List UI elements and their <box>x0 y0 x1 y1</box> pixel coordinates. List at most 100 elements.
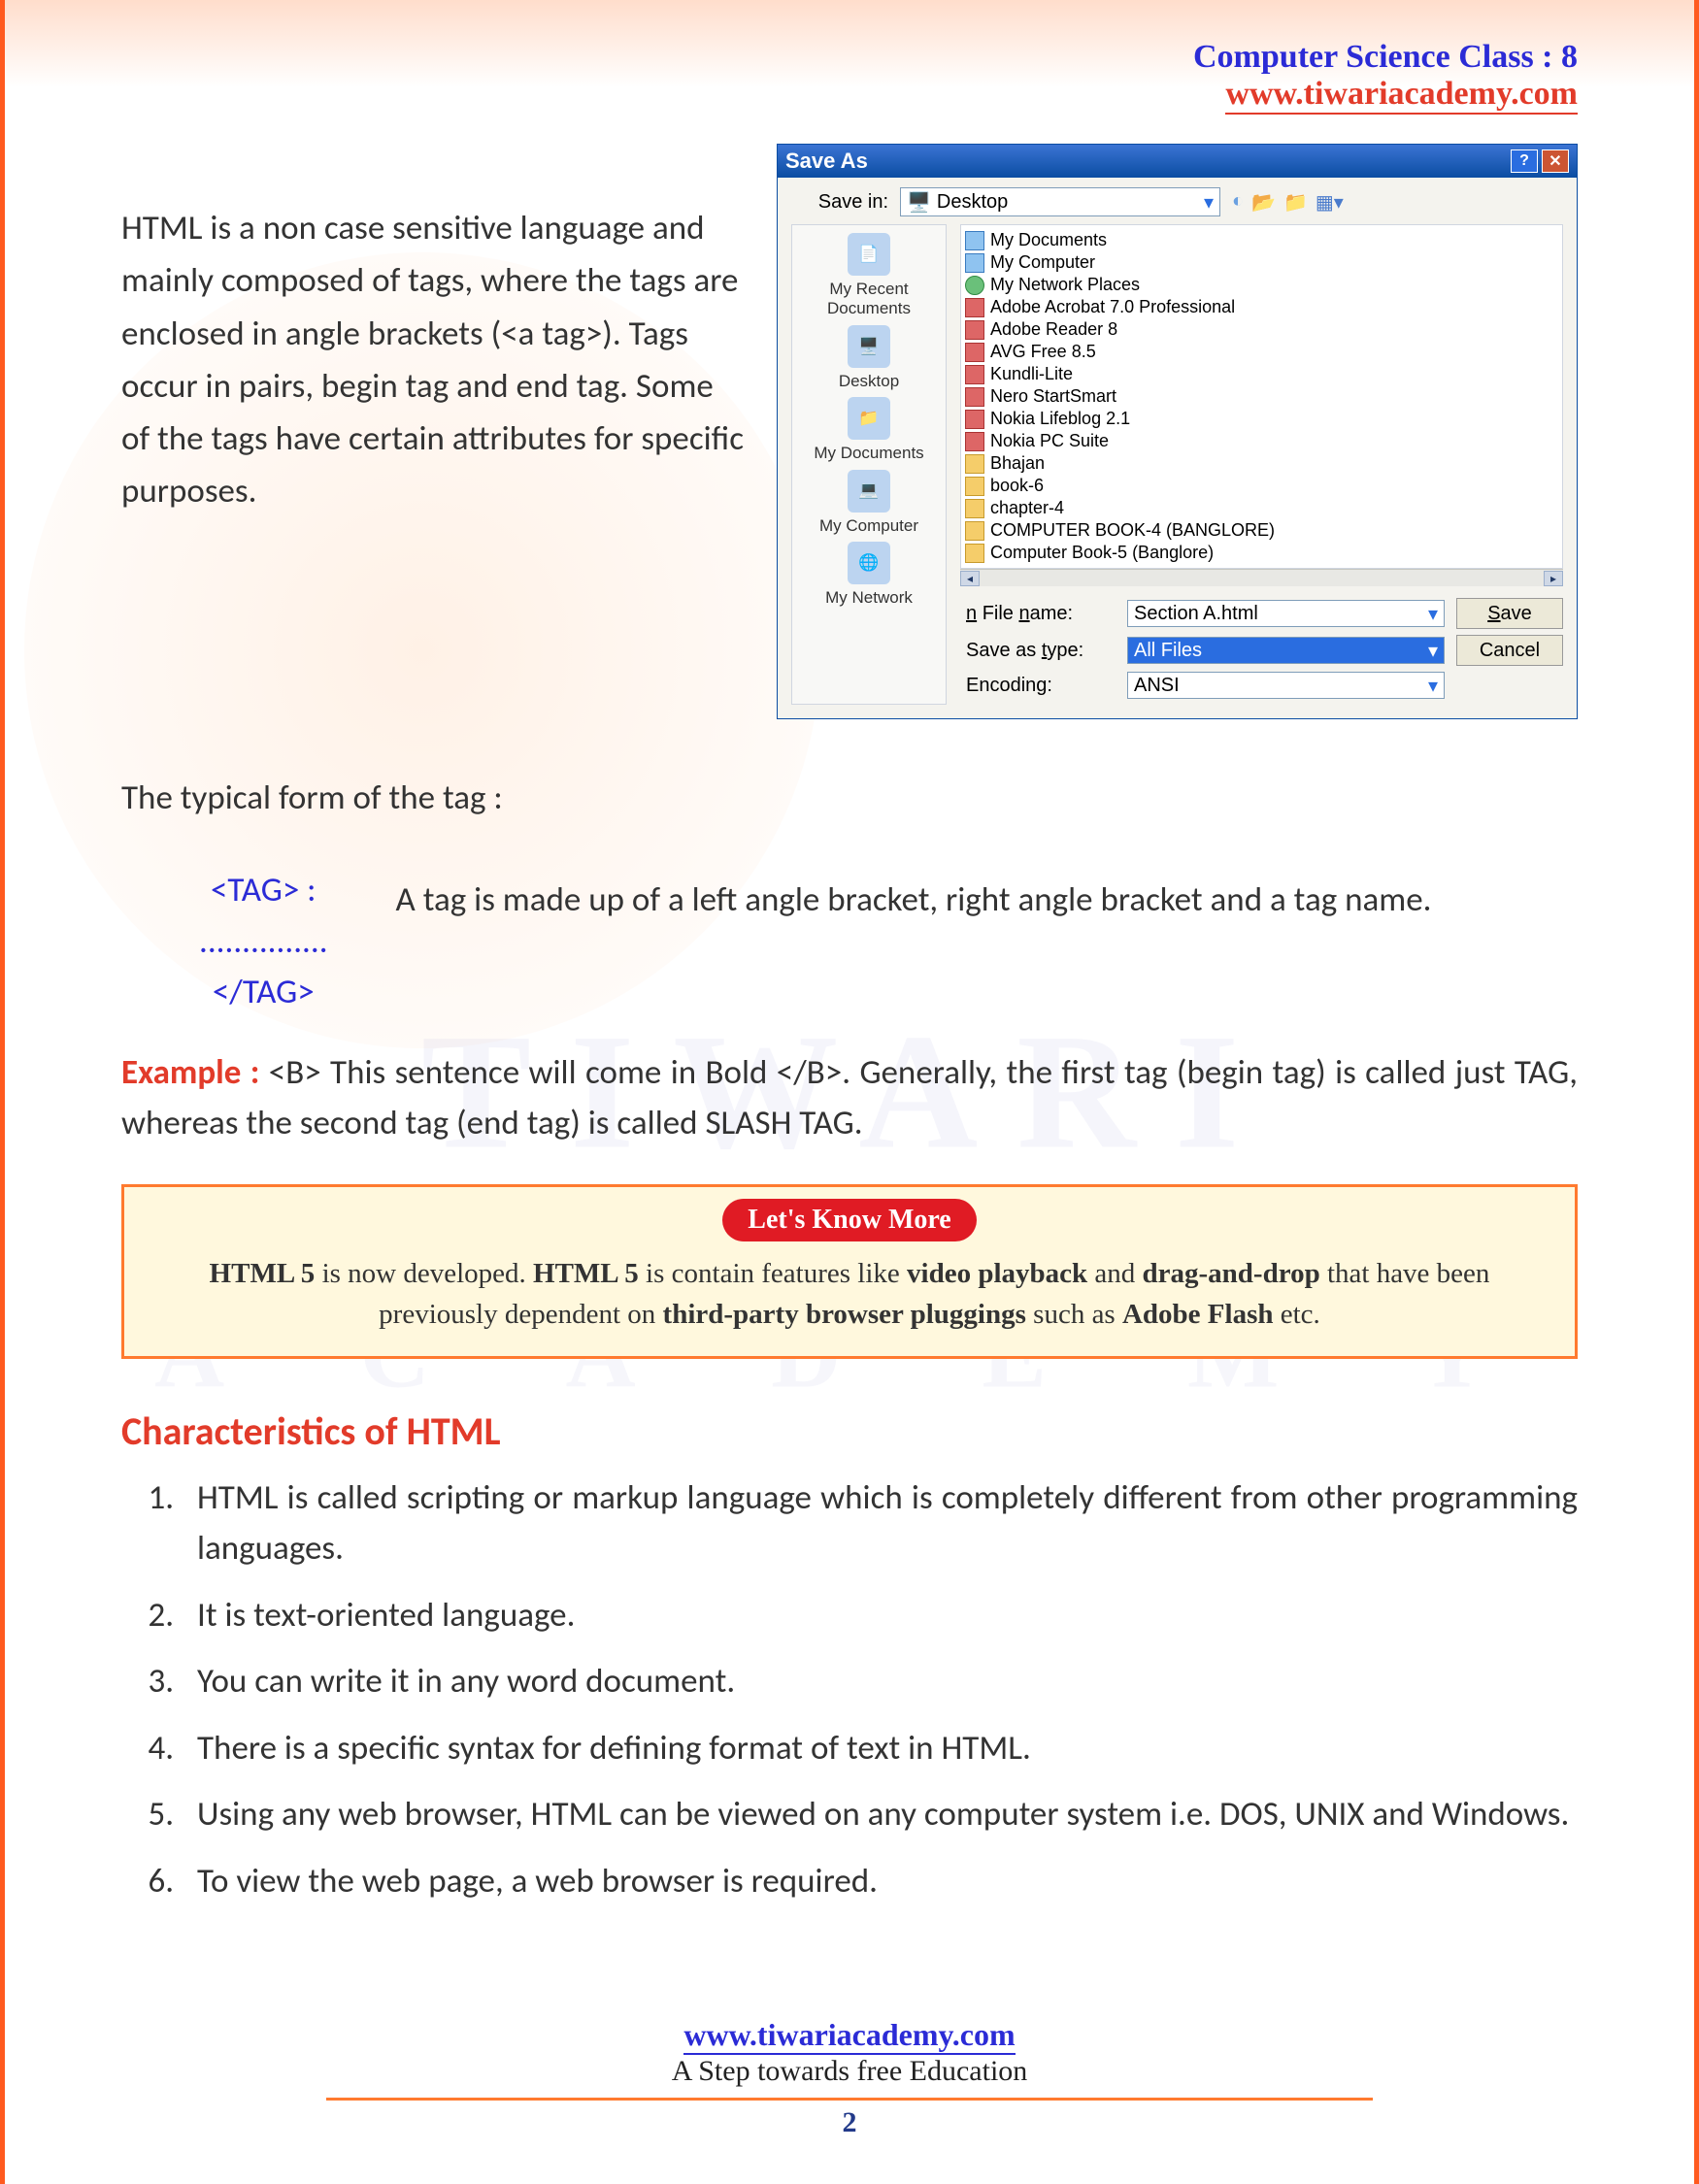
list-item-label: Nero StartSmart <box>990 386 1116 407</box>
list-item[interactable]: My Computer <box>965 251 1558 274</box>
up-icon[interactable]: 📂 <box>1251 190 1276 215</box>
list-item-label: chapter-4 <box>990 498 1064 518</box>
list-item: To view the web page, a web browser is r… <box>182 1856 1578 1907</box>
place-recent[interactable]: 📄My Recent Documents <box>796 233 942 319</box>
fold-icon <box>965 454 984 474</box>
list-item-label: Adobe Acrobat 7.0 Professional <box>990 297 1235 317</box>
place-computer[interactable]: 💻My Computer <box>819 470 918 536</box>
list-item[interactable]: Adobe Acrobat 7.0 Professional <box>965 296 1558 318</box>
list-item-label: Nokia Lifeblog 2.1 <box>990 409 1130 429</box>
list-item[interactable]: Computer Book-5 (Banglore) <box>965 542 1558 564</box>
list-item-label: My Computer <box>990 252 1095 273</box>
app-icon <box>965 365 984 384</box>
back-icon[interactable]: ◐ <box>1232 190 1244 215</box>
list-item: Using any web browser, HTML can be viewe… <box>182 1789 1578 1840</box>
list-item[interactable]: COMPUTER BOOK-4 (BANGLORE) <box>965 519 1558 542</box>
header-url: www.tiwariacademy.com <box>1225 76 1578 115</box>
save-in-label: Save in: <box>791 191 888 214</box>
know-more-pill: Let's Know More <box>722 1199 976 1241</box>
tag-column: <TAG> : ............... </TAG> <box>199 865 328 1018</box>
save-as-dialog: Save As ? ✕ Save in: 🖥️ Desktop ▾ <box>777 144 1578 719</box>
intro-paragraph: HTML is a non case sensitive language an… <box>121 144 748 518</box>
page-title: Computer Science Class : 8 <box>121 39 1578 76</box>
encoding-dropdown[interactable]: ANSI▾ <box>1127 672 1445 699</box>
scroll-left-icon[interactable]: ◂ <box>960 571 980 586</box>
app-icon <box>965 343 984 362</box>
list-item: It is text-oriented language. <box>182 1590 1578 1641</box>
doc-icon <box>965 253 984 273</box>
know-more-box: Let's Know More HTML 5 is now developed.… <box>121 1184 1578 1359</box>
footer-url: www.tiwariacademy.com <box>683 2017 1015 2055</box>
file-list[interactable]: My DocumentsMy ComputerMy Network Places… <box>960 224 1563 569</box>
savetype-dropdown[interactable]: All Files▾ <box>1127 637 1445 664</box>
footer-rule <box>326 2098 1374 2101</box>
views-icon[interactable]: ▦▾ <box>1316 190 1344 215</box>
footer-tagline: A Step towards free Education <box>5 2055 1694 2088</box>
close-button[interactable]: ✕ <box>1542 149 1569 173</box>
app-icon <box>965 320 984 340</box>
help-button[interactable]: ? <box>1511 149 1538 173</box>
page-number: 2 <box>5 2106 1694 2139</box>
list-item[interactable]: Kundli-Lite <box>965 363 1558 385</box>
list-item[interactable]: Nero StartSmart <box>965 385 1558 408</box>
desktop-icon: 🖥️ <box>907 190 931 215</box>
app-icon <box>965 298 984 317</box>
fold-icon <box>965 477 984 496</box>
places-bar: 📄My Recent Documents 🖥️Desktop 📁My Docum… <box>791 224 947 705</box>
place-network[interactable]: 🌐My Network <box>825 542 913 608</box>
list-item[interactable]: Nokia PC Suite <box>965 430 1558 452</box>
list-item[interactable]: Bhajan <box>965 452 1558 475</box>
save-button[interactable]: Save <box>1456 598 1563 629</box>
list-item[interactable]: AVG Free 8.5 <box>965 341 1558 363</box>
example-paragraph: Example : <B> This sentence will come in… <box>121 1047 1578 1149</box>
list-item[interactable]: My Documents <box>965 229 1558 251</box>
fold-icon <box>965 499 984 518</box>
horizontal-scrollbar[interactable]: ◂ ▸ <box>960 569 1563 586</box>
dialog-titlebar: Save As ? ✕ <box>778 145 1577 178</box>
app-icon <box>965 432 984 451</box>
list-item[interactable]: Adobe Reader 8 <box>965 318 1558 341</box>
dialog-title: Save As <box>785 149 868 174</box>
list-item-label: Bhajan <box>990 453 1045 474</box>
save-in-dropdown[interactable]: 🖥️ Desktop ▾ <box>900 187 1220 216</box>
toolbar-icons: ◐ 📂 📁 ▦▾ <box>1232 190 1344 215</box>
list-item-label: book-6 <box>990 476 1044 496</box>
know-more-body: HTML 5 is now developed. HTML 5 is conta… <box>153 1253 1546 1335</box>
fold-icon <box>965 521 984 541</box>
chevron-down-icon: ▾ <box>1204 190 1214 215</box>
doc-icon <box>965 231 984 250</box>
fold-icon <box>965 544 984 563</box>
list-item-label: COMPUTER BOOK-4 (BANGLORE) <box>990 520 1275 541</box>
save-in-value: Desktop <box>937 191 1008 214</box>
list-item-label: My Documents <box>990 230 1107 250</box>
list-item[interactable]: My Network Places <box>965 274 1558 296</box>
place-documents[interactable]: 📁My Documents <box>814 397 923 463</box>
new-folder-icon[interactable]: 📁 <box>1283 190 1308 215</box>
list-item-label: My Network Places <box>990 275 1140 295</box>
scroll-right-icon[interactable]: ▸ <box>1544 571 1563 586</box>
list-item-label: Computer Book-5 (Banglore) <box>990 543 1214 563</box>
encoding-label: Encoding: <box>960 675 1116 697</box>
filename-input[interactable]: Section A.html▾ <box>1127 600 1445 627</box>
characteristics-heading: Characteristics of HTML <box>121 1407 1578 1455</box>
characteristics-list: HTML is called scripting or markup langu… <box>121 1473 1578 1907</box>
list-item-label: Kundli-Lite <box>990 364 1073 384</box>
list-item: You can write it in any word document. <box>182 1656 1578 1707</box>
list-item[interactable]: book-6 <box>965 475 1558 497</box>
tag-description: A tag is made up of a left angle bracket… <box>396 865 1578 926</box>
app-icon <box>965 387 984 407</box>
savetype-label: Save as type: <box>960 640 1116 662</box>
place-desktop[interactable]: 🖥️Desktop <box>839 325 899 391</box>
page-footer: www.tiwariacademy.com A Step towards fre… <box>5 2017 1694 2139</box>
glob-icon <box>965 276 984 295</box>
cancel-button[interactable]: Cancel <box>1456 635 1563 666</box>
list-item-label: Nokia PC Suite <box>990 431 1109 451</box>
list-item-label: AVG Free 8.5 <box>990 342 1096 362</box>
list-item[interactable]: Nokia Lifeblog 2.1 <box>965 408 1558 430</box>
filename-label: n File name:File name: <box>960 603 1116 625</box>
list-item: HTML is called scripting or markup langu… <box>182 1473 1578 1574</box>
list-item[interactable]: chapter-4 <box>965 497 1558 519</box>
list-item: There is a specific syntax for defining … <box>182 1723 1578 1774</box>
app-icon <box>965 410 984 429</box>
tag-form-heading: The typical form of the tag : <box>121 778 1578 818</box>
